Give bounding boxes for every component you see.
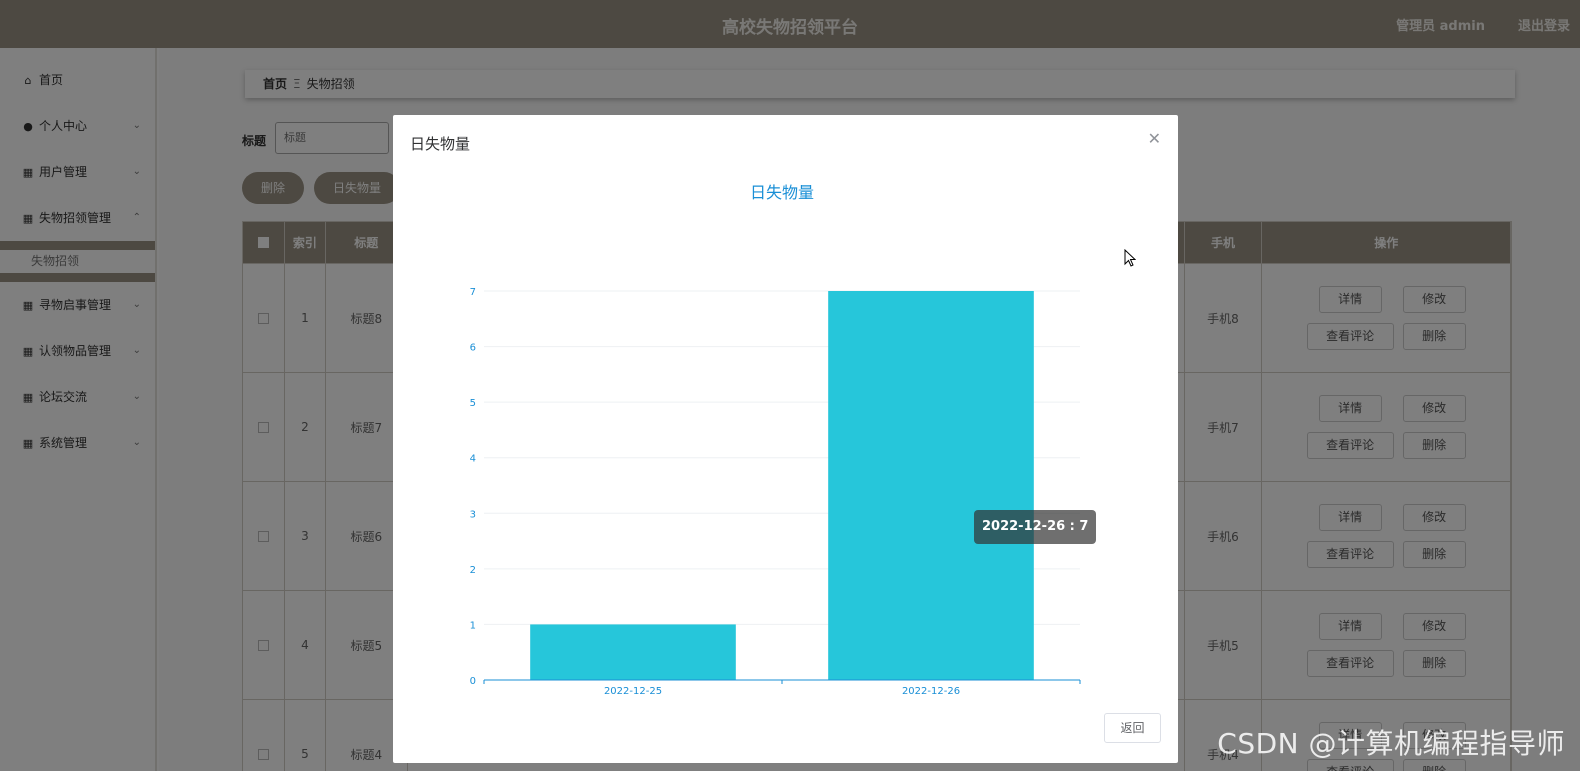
mouse-cursor-icon	[1124, 249, 1136, 267]
bar-chart: 日失物量 0 1 2 3 4 5 6 7 2022-12-25 2022-12-26	[470, 183, 1081, 697]
chart-title: 日失物量	[750, 183, 814, 202]
bar	[828, 291, 1034, 680]
y-tick-label: 2	[470, 565, 476, 576]
back-button[interactable]: 返回	[1104, 713, 1161, 743]
y-tick-label: 1	[470, 620, 476, 631]
dialog-title: 日失物量	[410, 135, 471, 153]
y-tick-label: 7	[470, 287, 476, 298]
y-tick-label: 0	[470, 676, 476, 687]
y-tick-label: 6	[470, 343, 476, 354]
watermark: CSDN @计算机编程指导师	[1217, 727, 1565, 760]
daily-lost-count-dialog: 日失物量 ✕ 日失物量 0 1 2 3 4 5 6 7 2022-12-25 2022-12-26 …	[393, 115, 1178, 763]
chart-tooltip: 2022-12-26 : 7	[974, 510, 1097, 544]
x-tick-label: 2022-12-26	[902, 686, 960, 697]
x-tick-label: 2022-12-25	[604, 686, 662, 697]
bar	[530, 624, 736, 680]
y-tick-label: 4	[470, 454, 476, 465]
y-tick-label: 3	[470, 509, 476, 520]
y-tick-label: 5	[470, 398, 476, 409]
close-icon[interactable]: ✕	[1148, 129, 1161, 148]
